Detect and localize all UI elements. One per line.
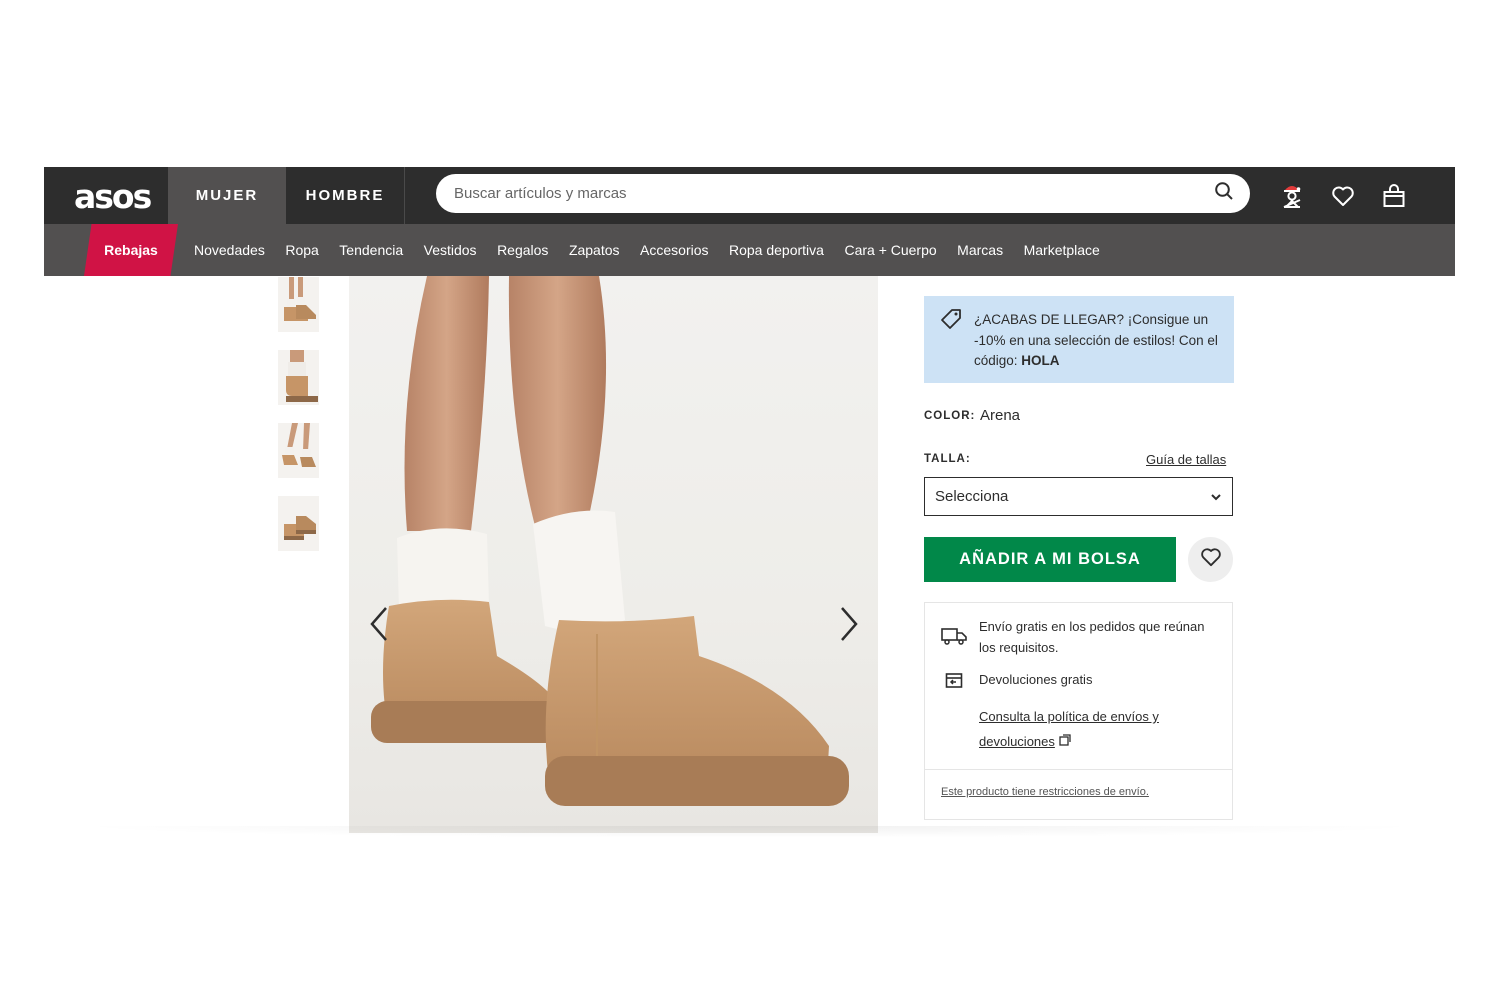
save-for-later-button[interactable] — [1188, 537, 1233, 582]
account-icon[interactable] — [1277, 181, 1307, 211]
promo-banner: ¿ACABAS DE LLEGAR? ¡Consigue un -10% en … — [924, 296, 1234, 383]
external-link-icon — [1058, 734, 1071, 749]
product-thumbnail[interactable] — [278, 350, 319, 405]
search-icon[interactable] — [1214, 181, 1234, 206]
category-zapatos[interactable]: Zapatos — [569, 242, 620, 258]
top-bar: asos MUJER HOMBRE — [44, 167, 1455, 224]
size-label: TALLA: — [924, 453, 971, 465]
page-shadow — [70, 826, 1430, 838]
shipping-restriction-link[interactable]: Este producto tiene restricciones de env… — [941, 786, 1149, 798]
product-page: asos MUJER HOMBRE Rebajas Novedades Ropa… — [44, 167, 1455, 833]
free-returns-text: Devoluciones gratis — [979, 672, 1093, 687]
size-select[interactable]: Selecciona — [924, 477, 1233, 516]
policy-link-wrapper: Consulta la política de envíos y devoluc… — [979, 704, 1199, 754]
search-bar — [436, 174, 1250, 213]
heart-icon — [1200, 547, 1222, 572]
size-guide-link[interactable]: Guía de tallas — [1146, 452, 1226, 467]
chevron-down-icon — [1210, 488, 1222, 505]
tab-hombre[interactable]: HOMBRE — [286, 167, 405, 224]
category-marketplace[interactable]: Marketplace — [1024, 242, 1100, 258]
tab-mujer[interactable]: MUJER — [168, 167, 286, 224]
category-regalos[interactable]: Regalos — [497, 242, 548, 258]
color-value: Arena — [980, 407, 1021, 424]
category-cara-cuerpo[interactable]: Cara + Cuerpo — [844, 242, 936, 258]
category-ropa-deportiva[interactable]: Ropa deportiva — [729, 242, 824, 258]
returns-icon — [945, 671, 963, 694]
product-thumbnail[interactable] — [278, 423, 319, 478]
heart-icon[interactable] — [1328, 181, 1358, 211]
category-vestidos[interactable]: Vestidos — [424, 242, 477, 258]
add-to-bag-button[interactable]: AÑADIR A MI BOLSA — [924, 537, 1176, 582]
promo-code: HOLA — [1021, 353, 1060, 368]
divider — [925, 769, 1232, 770]
product-thumbnail[interactable] — [278, 277, 319, 332]
chevron-right-icon[interactable] — [832, 604, 862, 644]
size-select-value: Selecciona — [935, 488, 1009, 505]
promo-text: ¿ACABAS DE LLEGAR? ¡Consigue un -10% en … — [974, 312, 1218, 368]
tag-icon — [940, 308, 962, 337]
delivery-info: Envío gratis en los pedidos que reúnan l… — [924, 602, 1233, 820]
product-main-image[interactable] — [349, 276, 878, 833]
chevron-left-icon[interactable] — [366, 604, 396, 644]
category-rebajas[interactable]: Rebajas — [84, 224, 178, 276]
asos-logo[interactable]: asos — [74, 177, 152, 216]
truck-icon — [941, 627, 967, 650]
category-novedades[interactable]: Novedades — [194, 242, 265, 258]
category-nav: Rebajas Novedades Ropa Tendencia Vestido… — [44, 224, 1455, 276]
search-input[interactable] — [452, 184, 1214, 203]
product-thumbnail[interactable] — [278, 496, 319, 551]
category-accesorios[interactable]: Accesorios — [640, 242, 708, 258]
category-ropa[interactable]: Ropa — [285, 242, 318, 258]
free-shipping-text: Envío gratis en los pedidos que reúnan l… — [979, 619, 1205, 655]
bag-icon[interactable] — [1379, 181, 1409, 211]
category-marcas[interactable]: Marcas — [957, 242, 1003, 258]
color-label: COLOR: — [924, 410, 976, 422]
category-tendencia[interactable]: Tendencia — [339, 242, 403, 258]
